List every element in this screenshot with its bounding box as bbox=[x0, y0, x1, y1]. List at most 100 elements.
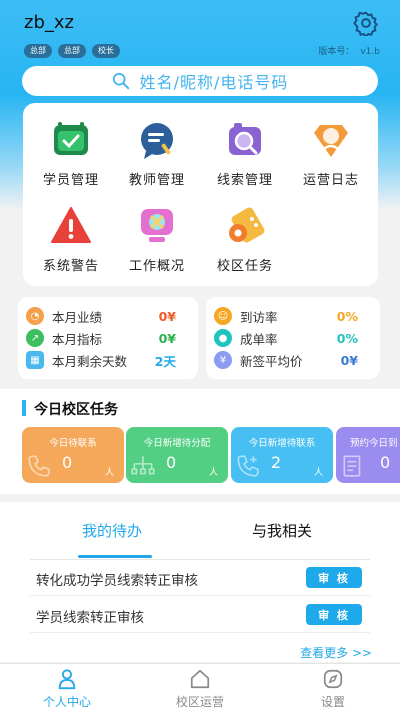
stat-label: 本月指标 bbox=[52, 331, 103, 347]
todo-item-text: 学员线索转正审核 bbox=[36, 610, 144, 626]
version-info: 版本号： v1.b bbox=[318, 44, 380, 57]
yen-icon: ¥ bbox=[214, 351, 232, 369]
review-button[interactable]: 审 核 bbox=[306, 604, 362, 625]
task-unit: 人 bbox=[104, 468, 114, 478]
section-title: 今日校区任务 bbox=[34, 402, 118, 418]
task-title: 今日待联系 bbox=[49, 438, 97, 449]
stat-row: ▦ 本月剩余天数 2天 bbox=[18, 349, 198, 371]
stat-value: 0¥ bbox=[340, 352, 358, 368]
warning-icon bbox=[51, 207, 91, 243]
tile-label: 学员管理 bbox=[42, 173, 99, 188]
tile-label: 运营日志 bbox=[302, 173, 359, 188]
student-card-icon bbox=[54, 122, 88, 155]
stat-label: 本月剩余天数 bbox=[52, 353, 128, 369]
role-badge: 校长 bbox=[92, 44, 120, 58]
task-card-appointment-today[interactable]: 预约今日到 0 bbox=[336, 427, 400, 483]
nav-label: 设置 bbox=[320, 695, 345, 709]
tile-label: 教师管理 bbox=[128, 173, 185, 188]
task-count: 0 bbox=[62, 453, 73, 472]
stat-row: ↗ 本月指标 0¥ bbox=[18, 327, 198, 349]
nav-settings[interactable]: 设置 bbox=[293, 668, 373, 710]
phone-icon bbox=[28, 455, 50, 477]
task-card-to-contact[interactable]: 今日待联系 0 人 bbox=[22, 427, 124, 483]
role-badge: 总部 bbox=[58, 44, 86, 58]
work-monitor-icon bbox=[141, 209, 173, 242]
tile-clue-management[interactable]: 线索管理 bbox=[205, 109, 285, 189]
view-more-link[interactable]: 查看更多 >> bbox=[300, 644, 372, 661]
nav-campus-operation[interactable]: 校区运营 bbox=[160, 668, 240, 710]
campus-task-section: 今日校区任务 今日待联系 0 人 今日新增待分配 0 人 今日新增待联系 2 人… bbox=[0, 389, 400, 494]
gear-icon[interactable] bbox=[353, 10, 379, 36]
task-unit: 人 bbox=[208, 468, 218, 478]
active-tab-indicator bbox=[78, 555, 152, 558]
tile-teacher-management[interactable]: 教师管理 bbox=[117, 109, 197, 189]
visitor-icon: ☺ bbox=[214, 307, 232, 325]
performance-icon: ◔ bbox=[26, 307, 44, 325]
stat-row: ☺ 到访率 0% bbox=[206, 305, 380, 327]
role-badge: 总部 bbox=[24, 44, 52, 58]
tile-label: 工作概况 bbox=[128, 259, 185, 274]
deal-user-icon: ● bbox=[214, 329, 232, 347]
calendar-icon: ▦ bbox=[26, 351, 44, 369]
assign-tree-icon bbox=[131, 456, 155, 475]
stat-label: 新签平均价 bbox=[240, 353, 303, 369]
person-icon bbox=[58, 669, 76, 690]
tab-related-to-me[interactable]: 与我相关 bbox=[252, 520, 312, 541]
username: zb_xz bbox=[24, 12, 74, 33]
tile-label: 系统警告 bbox=[42, 259, 99, 274]
task-card-new-to-contact[interactable]: 今日新增待联系 2 人 bbox=[231, 427, 333, 483]
task-count: 0 bbox=[380, 453, 391, 472]
stat-row: ● 成单率 0% bbox=[206, 327, 380, 349]
tile-work-overview[interactable]: 工作概况 bbox=[117, 195, 197, 275]
tile-student-management[interactable]: 学员管理 bbox=[31, 109, 111, 189]
review-button[interactable]: 审 核 bbox=[306, 567, 362, 588]
stat-value: 0¥ bbox=[158, 330, 176, 346]
stat-value: 0% bbox=[336, 330, 358, 346]
todo-item-text: 转化成功学员线索转正审核 bbox=[36, 573, 198, 589]
search-placeholder: 姓名/昵称/电话号码 bbox=[139, 73, 289, 92]
role-badges: 总部 总部 校长 bbox=[24, 44, 120, 58]
task-card-to-assign[interactable]: 今日新增待分配 0 人 bbox=[126, 427, 228, 483]
tile-system-warning[interactable]: 系统警告 bbox=[31, 195, 111, 275]
task-title: 今日新增待分配 bbox=[143, 438, 211, 449]
tile-operation-log[interactable]: 运营日志 bbox=[291, 109, 371, 189]
version-label: 版本号： bbox=[318, 47, 355, 57]
stat-row: ◔ 本月业绩 0¥ bbox=[18, 305, 198, 327]
search-bar[interactable]: 姓名/昵称/电话号码 bbox=[22, 66, 378, 96]
search-icon bbox=[112, 72, 129, 90]
home-icon bbox=[190, 669, 210, 689]
section-accent-bar bbox=[22, 400, 26, 416]
nav-personal-center[interactable]: 个人中心 bbox=[27, 668, 107, 710]
function-grid: 学员管理 教师管理 线索管理 运营日志 系统警告 工作概况 校区任务 bbox=[23, 103, 378, 286]
tab-my-todo[interactable]: 我的待办 bbox=[82, 520, 142, 541]
stat-label: 成单率 bbox=[240, 331, 278, 347]
teacher-chat-icon bbox=[141, 123, 173, 159]
task-title: 预约今日到 bbox=[350, 438, 398, 449]
version-value: v1.b bbox=[360, 47, 380, 57]
task-count: 0 bbox=[166, 453, 177, 472]
task-count: 2 bbox=[271, 453, 282, 472]
stats-rates: ☺ 到访率 0% ● 成单率 0% ¥ 新签平均价 0¥ bbox=[206, 297, 380, 379]
compass-icon bbox=[323, 669, 343, 689]
task-unit: 人 bbox=[313, 468, 323, 478]
nav-label: 校区运营 bbox=[175, 695, 224, 709]
todo-item: 转化成功学员线索转正审核 审 核 bbox=[30, 560, 370, 596]
log-badge-icon bbox=[314, 125, 348, 157]
task-title: 今日新增待联系 bbox=[248, 438, 316, 449]
phone-add-icon bbox=[237, 455, 259, 477]
document-icon bbox=[343, 455, 361, 477]
clue-search-icon bbox=[229, 123, 261, 155]
stat-value: 2天 bbox=[154, 353, 176, 369]
todo-section: 我的待办 与我相关 转化成功学员线索转正审核 审 核 学员线索转正审核 审 核 … bbox=[0, 502, 400, 662]
target-chart-icon: ↗ bbox=[26, 329, 44, 347]
stat-value: 0% bbox=[336, 308, 358, 324]
nav-label: 个人中心 bbox=[42, 695, 91, 709]
stat-label: 到访率 bbox=[240, 309, 278, 325]
tile-label: 线索管理 bbox=[216, 173, 273, 188]
campus-task-icon bbox=[229, 207, 265, 243]
stats-monthly: ◔ 本月业绩 0¥ ↗ 本月指标 0¥ ▦ 本月剩余天数 2天 bbox=[18, 297, 198, 379]
stat-row: ¥ 新签平均价 0¥ bbox=[206, 349, 380, 371]
tile-campus-task[interactable]: 校区任务 bbox=[205, 195, 285, 275]
todo-item: 学员线索转正审核 审 核 bbox=[30, 597, 370, 633]
stat-value: 0¥ bbox=[158, 308, 176, 324]
